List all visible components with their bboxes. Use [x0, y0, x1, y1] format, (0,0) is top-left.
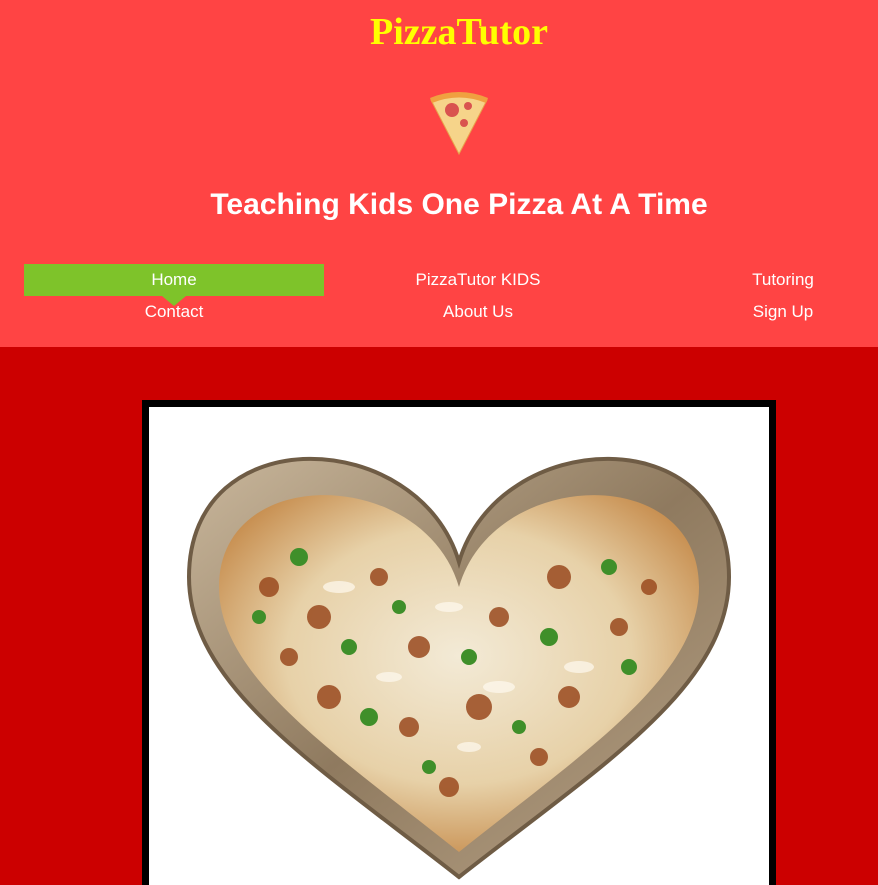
pizza-slice-icon	[430, 92, 488, 156]
nav-tutoring[interactable]: Tutoring	[633, 264, 878, 296]
heart-shaped-pizza-photo	[186, 456, 732, 880]
nav-about-us[interactable]: About Us	[328, 296, 628, 328]
tagline: Teaching Kids One Pizza At A Time	[210, 188, 708, 221]
hero-image-frame	[142, 400, 776, 885]
nav-contact[interactable]: Contact	[24, 296, 324, 328]
nav-home[interactable]: Home	[24, 264, 324, 306]
nav-sign-up[interactable]: Sign Up	[633, 296, 878, 328]
site-title[interactable]: PizzaTutor	[0, 10, 878, 54]
nav-pizzatutor-kids[interactable]: PizzaTutor KIDS	[328, 264, 628, 296]
site-header: PizzaTutor Teaching Kids One Pizza At A …	[0, 0, 878, 347]
